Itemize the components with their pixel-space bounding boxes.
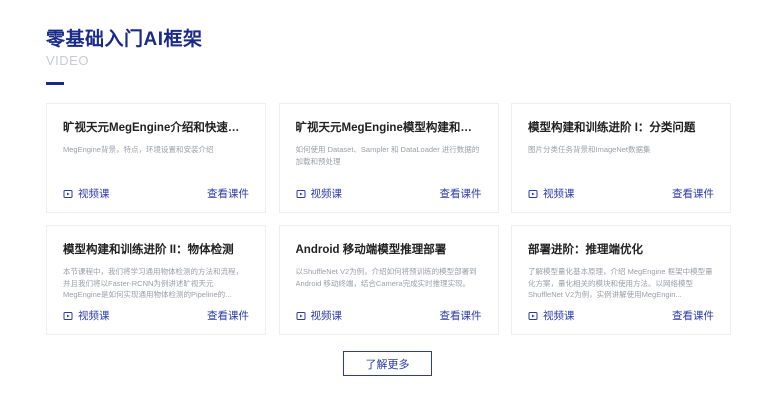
course-title[interactable]: 旷视天元MegEngine模型构建和训练... [296,120,483,136]
course-title[interactable]: 模型构建和训练进阶 II：物体检测 [63,242,250,258]
video-play-icon [296,311,305,320]
view-courseware-link[interactable]: 查看课件 [440,186,482,201]
course-grid: 旷视天元MegEngine介绍和快速上手 MegEngine背景，特点，环境设置… [46,103,731,335]
learn-more-button[interactable]: 了解更多 [343,351,432,376]
course-description: MegEngine背景，特点，环境设置和安装介绍 [63,145,214,154]
course-card[interactable]: 部署进阶：推理端优化 了解模型量化基本原理，介绍 MegEngine 框架中模型… [511,225,731,335]
view-courseware-link[interactable]: 查看课件 [672,308,714,323]
video-course-tag: 视频课 [528,308,575,323]
video-course-tag: 视频课 [296,308,343,323]
view-courseware-link[interactable]: 查看课件 [672,186,714,201]
course-card[interactable]: Android 移动端模型推理部署 以ShuffleNet V2为例，介绍如何将… [278,225,499,335]
section-title: 零基础入门AI框架 [46,29,203,50]
course-description: 以ShuffleNet V2为例，介绍如何将预训练的模型部署到Android 移… [295,267,477,288]
video-course-label: 视频课 [310,310,343,322]
video-play-icon [528,189,538,198]
course-footer: 视频课 查看课件 [296,308,482,323]
course-footer: 视频课 查看课件 [528,308,714,323]
video-course-label: 视频课 [543,310,575,322]
video-course-label: 视频课 [78,188,110,200]
video-play-icon [296,189,305,198]
video-play-icon [63,189,73,198]
course-footer: 视频课 查看课件 [63,308,249,323]
course-description: 本节课程中，我们将学习通用物体检测的方法和流程，并且我们将以Faster-RCN… [63,267,243,299]
course-card[interactable]: 旷视天元MegEngine介绍和快速上手 MegEngine背景，特点，环境设置… [46,103,266,213]
video-course-tag: 视频课 [528,186,575,201]
video-course-tag: 视频课 [63,186,110,201]
video-play-icon [63,311,73,320]
video-course-tag: 视频课 [296,186,343,201]
section-underline [46,82,64,85]
course-title[interactable]: 部署进阶：推理端优化 [528,242,715,258]
view-courseware-link[interactable]: 查看课件 [207,186,249,201]
course-footer: 视频课 查看课件 [528,186,714,201]
view-courseware-link[interactable]: 查看课件 [207,308,249,323]
video-course-tag: 视频课 [63,308,110,323]
course-description: 图片分类任务背景和ImageNet数据集 [528,145,651,154]
video-course-label: 视频课 [78,310,110,322]
course-title[interactable]: 旷视天元MegEngine介绍和快速上手 [63,120,250,136]
course-footer: 视频课 查看课件 [63,186,249,201]
course-card[interactable]: 模型构建和训练进阶 I：分类问题 图片分类任务背景和ImageNet数据集 视频… [511,103,731,213]
course-description: 了解模型量化基本原理，介绍 MegEngine 框架中模型量化方案，量化相关的模… [528,267,713,299]
view-courseware-link[interactable]: 查看课件 [440,308,482,323]
course-card[interactable]: 模型构建和训练进阶 II：物体检测 本节课程中，我们将学习通用物体检测的方法和流… [46,225,266,335]
course-footer: 视频课 查看课件 [296,186,482,201]
video-course-label: 视频课 [310,188,343,200]
course-title[interactable]: 模型构建和训练进阶 I：分类问题 [528,120,715,136]
course-card[interactable]: 旷视天元MegEngine模型构建和训练... 如何使用 Dataset、Sam… [278,103,499,213]
video-course-label: 视频课 [543,188,575,200]
section-subtitle: VIDEO [46,53,89,68]
video-play-icon [528,311,538,320]
course-description: 如何使用 Dataset、Sampler 和 DataLoader 进行数据的加… [295,145,480,166]
course-title[interactable]: Android 移动端模型推理部署 [296,242,483,258]
